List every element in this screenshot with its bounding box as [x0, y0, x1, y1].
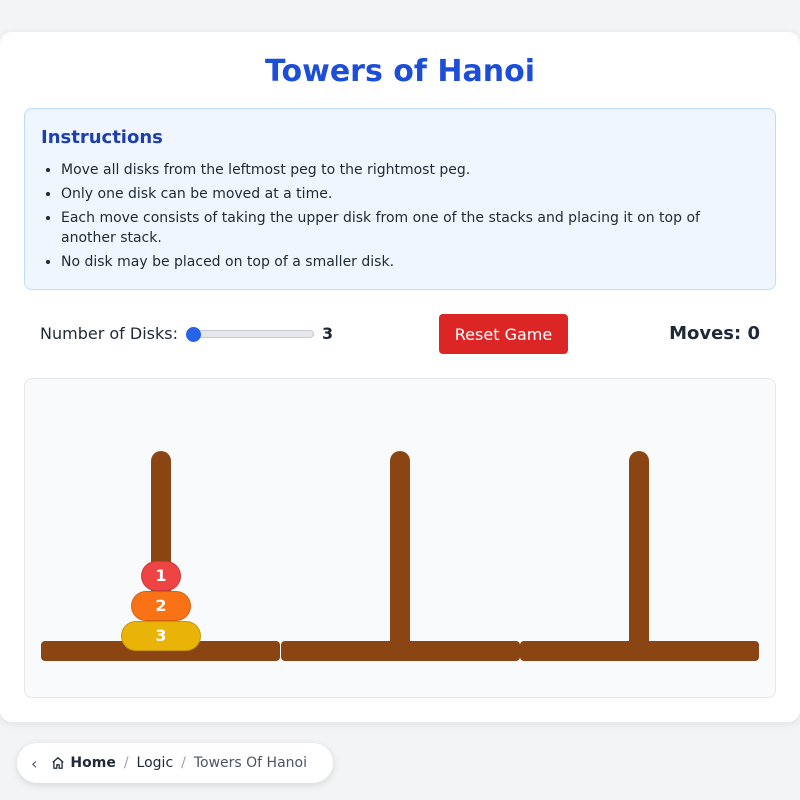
instruction-item: Move all disks from the leftmost peg to …: [61, 160, 759, 180]
breadcrumb-separator: /: [123, 755, 129, 771]
disk-count-value: 3: [322, 324, 334, 343]
instructions-panel: Instructions Move all disks from the lef…: [24, 108, 776, 290]
peg-2[interactable]: [390, 451, 410, 656]
controls-bar: Number of Disks:: [24, 314, 776, 354]
instruction-item: Only one disk can be moved at a time.: [61, 184, 759, 204]
moves-counter: Moves: 0: [669, 323, 760, 344]
home-icon: [52, 757, 65, 769]
chevron-left-icon[interactable]: ‹: [31, 754, 37, 773]
breadcrumb: ‹ Home / Logic / Towers Of Hanoi: [17, 743, 333, 783]
disk-3[interactable]: 3: [121, 621, 201, 651]
breadcrumb-current: Towers Of Hanoi: [193, 755, 307, 771]
reset-game-button[interactable]: Reset Game: [439, 314, 568, 354]
instructions-list: Move all disks from the leftmost peg to …: [41, 160, 759, 272]
breadcrumb-section[interactable]: Logic: [137, 755, 174, 771]
disk-count-label: Number of Disks:: [40, 324, 178, 343]
breadcrumb-home-label: Home: [70, 755, 116, 771]
disk-count-slider[interactable]: [186, 327, 314, 342]
peg-3[interactable]: [629, 451, 649, 656]
page-title: Towers of Hanoi: [265, 54, 535, 89]
breadcrumb-separator: /: [181, 755, 186, 771]
slider-track[interactable]: [186, 330, 314, 338]
breadcrumb-home[interactable]: Home: [51, 755, 116, 771]
disk-2[interactable]: 2: [131, 591, 191, 621]
instruction-item: No disk may be placed on top of a smalle…: [61, 252, 759, 272]
instruction-item: Each move consists of taking the upper d…: [61, 208, 759, 248]
disk-1[interactable]: 1: [141, 561, 181, 591]
instructions-heading: Instructions: [41, 127, 163, 148]
slider-thumb[interactable]: [186, 327, 201, 342]
